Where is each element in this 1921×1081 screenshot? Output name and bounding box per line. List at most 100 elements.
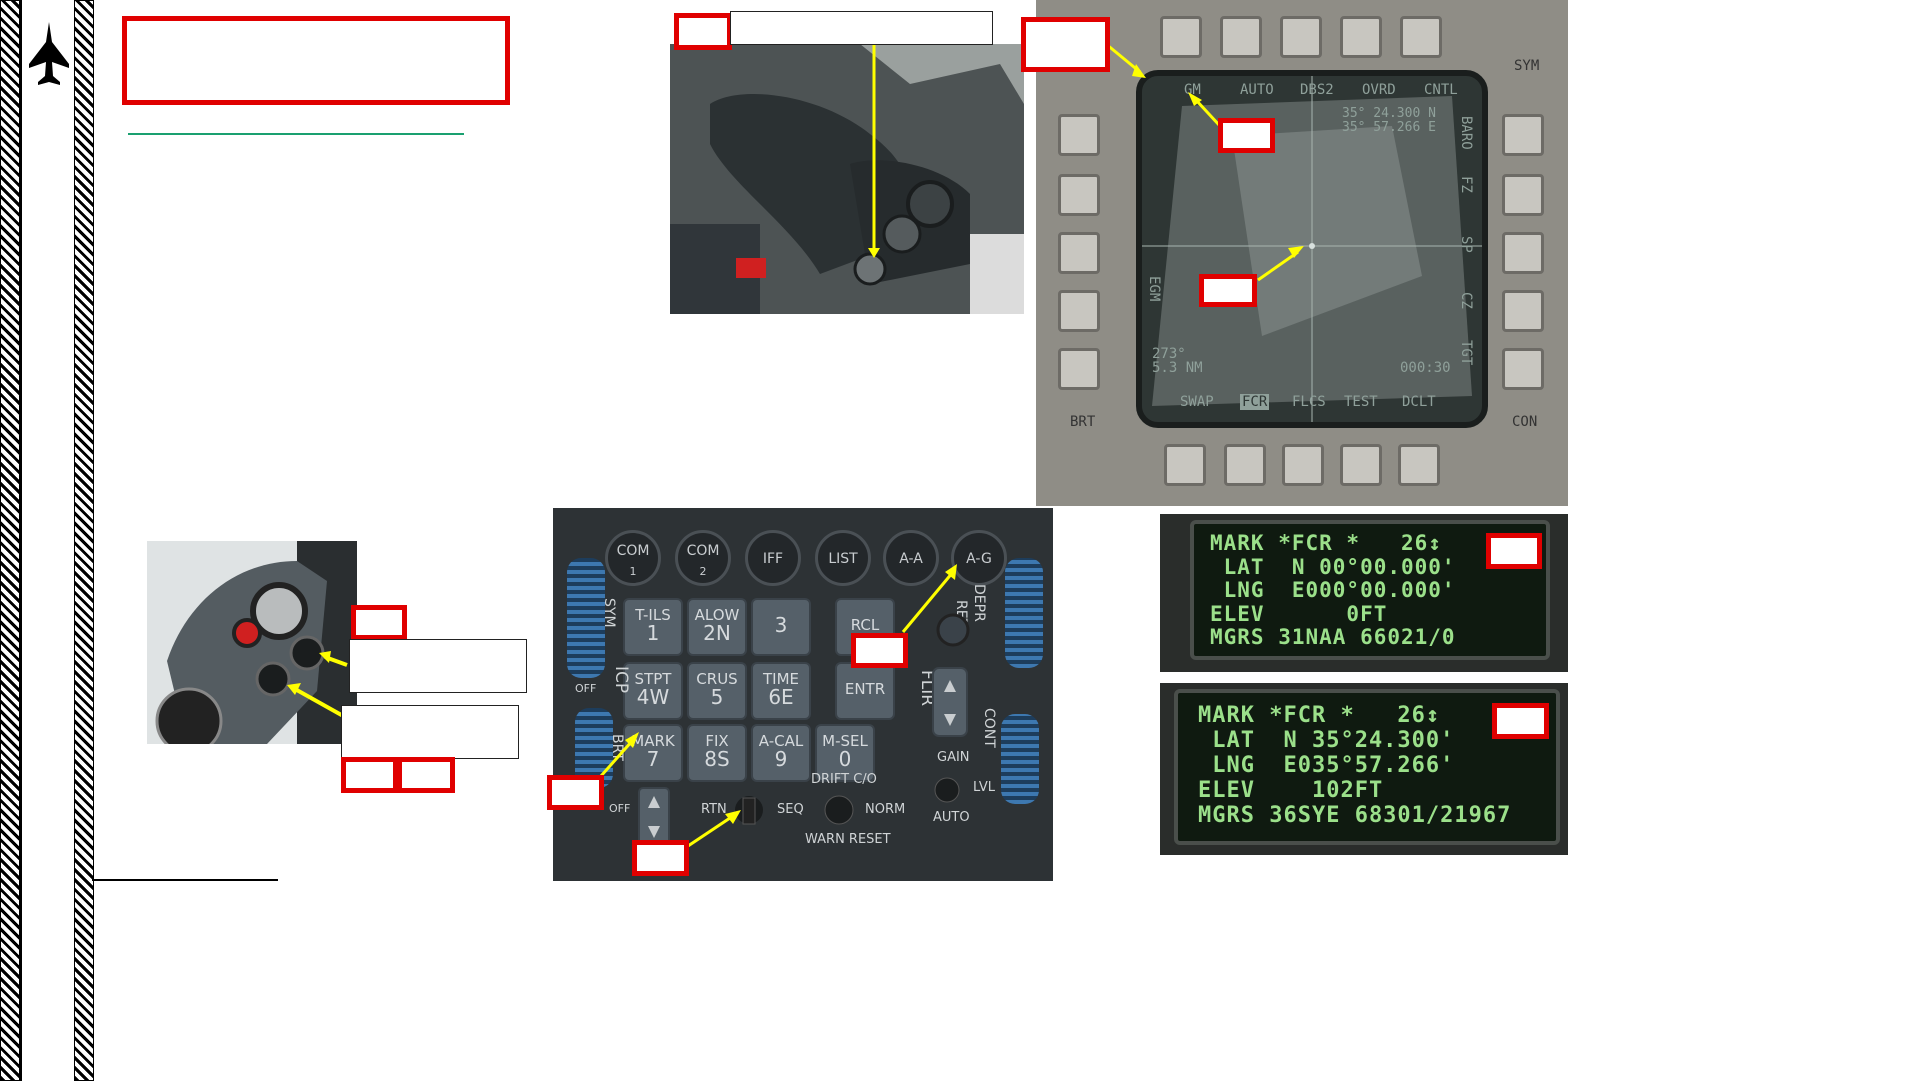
- ded-line-5: MGRS 36SYE 68301/21967: [1198, 803, 1512, 828]
- osb-label-tgt: TGT: [1458, 340, 1474, 366]
- callout-box: [1486, 533, 1542, 569]
- icp-key-2[interactable]: ALOW 2N: [687, 598, 747, 656]
- osb-top-5[interactable]: [1400, 16, 1442, 58]
- osb-label-cz: CZ: [1458, 292, 1474, 309]
- osb-top-2[interactable]: [1220, 16, 1262, 58]
- con-rocker[interactable]: CON: [1512, 414, 1537, 430]
- osb-bottom-3[interactable]: [1282, 444, 1324, 486]
- osb-label-baro: BARO: [1458, 116, 1474, 150]
- icp-list-button[interactable]: LIST: [815, 530, 871, 586]
- callout-label-box: [349, 639, 527, 693]
- icp-com2-button[interactable]: COM 2: [675, 530, 731, 586]
- brt-label: BRT: [609, 734, 625, 761]
- callout-box: [351, 605, 407, 640]
- depr-label: DEPR: [971, 584, 987, 622]
- cont-wheel[interactable]: [1001, 714, 1039, 804]
- icp-ag-button[interactable]: A-G: [951, 530, 1007, 586]
- drift-label: DRIFT C/O: [811, 772, 877, 787]
- icp-label: ICP: [611, 666, 631, 694]
- icp-mark-button[interactable]: MARK 7: [623, 724, 683, 782]
- icp-panel: COM 1 COM 2 IFF LIST A-A A-G T-ILS 1 ALOW 2N…: [553, 508, 1053, 881]
- osb-bottom-5[interactable]: [1398, 444, 1440, 486]
- osb-left-1[interactable]: [1058, 114, 1100, 156]
- ded-line-3: LNG E035°57.266': [1198, 753, 1455, 778]
- osb-label-sp: SP: [1458, 236, 1474, 253]
- callout-box: [547, 775, 604, 810]
- icp-key-5[interactable]: CRUS 5: [687, 662, 747, 720]
- callout-label-box: [730, 11, 993, 45]
- icp-iff-button[interactable]: IFF: [745, 530, 801, 586]
- coord-lat: 35° 24.300 N: [1342, 106, 1436, 121]
- norm-label: NORM: [865, 802, 906, 817]
- osb-top-1[interactable]: [1160, 16, 1202, 58]
- callout-box: [397, 757, 455, 793]
- icp-key-4[interactable]: STPT 4W: [623, 662, 683, 720]
- icp-com1-button[interactable]: COM 1: [605, 530, 661, 586]
- osb-label-swap: SWAP: [1180, 394, 1214, 410]
- auto-label: AUTO: [933, 810, 970, 825]
- osb-right-1[interactable]: [1502, 114, 1544, 156]
- lvl-label: LVL: [973, 780, 995, 795]
- fighter-jet-icon: [27, 20, 71, 90]
- title-underline: [128, 133, 464, 135]
- ded-line-4: ELEV 0FT: [1210, 601, 1388, 626]
- hotas-photo: [670, 44, 1024, 314]
- osb-label-flcs: FLCS: [1292, 394, 1326, 410]
- osb-left-5[interactable]: [1058, 348, 1100, 390]
- sym-label: SYM: [601, 598, 617, 628]
- icp-key-1[interactable]: T-ILS 1: [623, 598, 683, 656]
- ded-line-4: ELEV 102FT: [1198, 778, 1384, 803]
- ret-depr-wheel[interactable]: [1005, 558, 1043, 668]
- cont-label: CONT: [981, 708, 997, 748]
- callout-box: [674, 13, 732, 50]
- osb-right-2[interactable]: [1502, 174, 1544, 216]
- osb-bottom-1[interactable]: [1164, 444, 1206, 486]
- warn-reset-label: WARN RESET: [805, 832, 891, 847]
- off-label: OFF: [575, 682, 597, 695]
- callout-box: [851, 633, 908, 668]
- osb-right-4[interactable]: [1502, 290, 1544, 332]
- sym-rocker[interactable]: SYM: [1514, 58, 1539, 74]
- mfd-panel: SYM BRT CON GM AUTO DBS2 OVRD CNTL 35° 2…: [1036, 0, 1568, 506]
- footer-line: [92, 879, 278, 881]
- osb-label-auto: AUTO: [1240, 82, 1274, 98]
- osb-left-2[interactable]: [1058, 174, 1100, 216]
- left-hatch-stripe: [0, 0, 20, 1081]
- title-box: [122, 16, 510, 105]
- icp-entr-button[interactable]: ENTR: [835, 662, 895, 720]
- callout-box: [1218, 118, 1275, 153]
- osb-label-ovrd: OVRD: [1362, 82, 1396, 98]
- callout-box: [341, 757, 398, 793]
- osb-label-gm: GM: [1184, 82, 1201, 98]
- callout-box: [632, 840, 689, 876]
- coord-lng: 35° 57.266 E: [1342, 120, 1436, 135]
- wx-button[interactable]: WX: [947, 626, 967, 640]
- osb-label-fcr: FCR: [1240, 394, 1270, 410]
- off-label: OFF: [609, 802, 631, 815]
- range-nm: 5.3 NM: [1152, 360, 1203, 376]
- osb-right-3[interactable]: [1502, 232, 1544, 274]
- gain-label: GAIN: [937, 750, 970, 765]
- osb-label-dbs2: DBS2: [1300, 82, 1334, 98]
- osb-left-4[interactable]: [1058, 290, 1100, 332]
- brt-rocker[interactable]: BRT: [1070, 414, 1095, 430]
- timer: 000:30: [1400, 360, 1451, 376]
- icp-key-3[interactable]: 3: [751, 598, 811, 656]
- osb-left-3[interactable]: [1058, 232, 1100, 274]
- osb-bottom-4[interactable]: [1340, 444, 1382, 486]
- right-hatch-stripe: [74, 0, 94, 1081]
- osb-top-3[interactable]: [1280, 16, 1322, 58]
- icp-key-8[interactable]: FIX 8S: [687, 724, 747, 782]
- icp-key-6[interactable]: TIME 6E: [751, 662, 811, 720]
- ded-line-5: MGRS 31NAA 66021/0: [1210, 625, 1456, 649]
- sym-wheel[interactable]: [567, 558, 605, 678]
- callout-box: [1492, 703, 1549, 739]
- icp-key-9[interactable]: A-CAL 9: [751, 724, 811, 782]
- osb-bottom-2[interactable]: [1224, 444, 1266, 486]
- throttle-photo: [147, 541, 357, 744]
- osb-top-4[interactable]: [1340, 16, 1382, 58]
- osb-label-fz: FZ: [1458, 176, 1474, 193]
- osb-right-5[interactable]: [1502, 348, 1544, 390]
- osb-label-test: TEST: [1344, 394, 1378, 410]
- icp-aa-button[interactable]: A-A: [883, 530, 939, 586]
